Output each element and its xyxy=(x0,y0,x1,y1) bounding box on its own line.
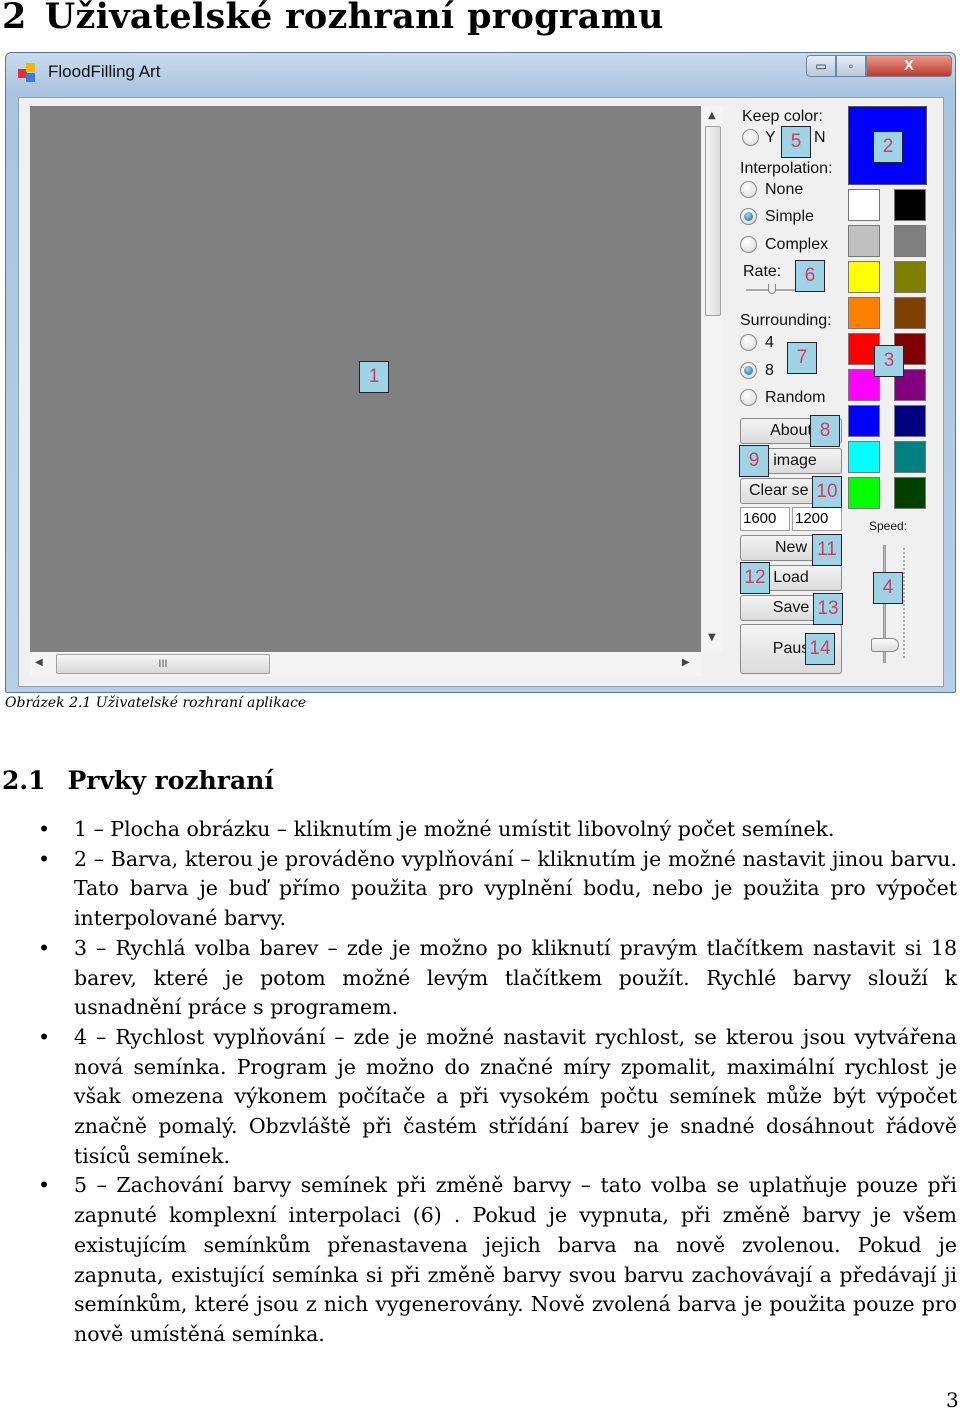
callout-5: 5 xyxy=(781,126,811,158)
scroll-up-icon[interactable]: ▲ xyxy=(708,110,716,121)
callout-9: 9 xyxy=(739,445,769,477)
vertical-scrollbar[interactable]: ▲ ▼ xyxy=(703,106,723,652)
color-swatch[interactable] xyxy=(894,189,926,221)
surround-random-radio[interactable] xyxy=(740,389,757,406)
page-number: 3 xyxy=(946,1388,959,1412)
color-swatch[interactable] xyxy=(848,441,880,473)
app-icon xyxy=(18,63,38,83)
list-item: 3 – Rychlá volba barev – zde je možno po… xyxy=(0,934,960,1023)
callout-12: 12 xyxy=(740,562,770,594)
color-swatch[interactable] xyxy=(894,225,926,257)
list-item: 2 – Barva, kterou je prováděno vyplňován… xyxy=(0,845,960,934)
color-swatch[interactable] xyxy=(894,441,926,473)
surround-8-label: 8 xyxy=(765,362,774,379)
color-swatch[interactable] xyxy=(848,225,880,257)
chapter-heading: 2 Uživatelské rozhraní programu xyxy=(2,0,664,37)
feature-list: 1 – Plocha obrázku – kliknutím je možné … xyxy=(0,815,960,1350)
callout-13: 13 xyxy=(813,593,843,625)
rate-slider-thumb[interactable] xyxy=(768,284,776,294)
callout-10: 10 xyxy=(812,476,842,508)
speed-slider-ticks xyxy=(903,548,905,658)
color-swatch[interactable] xyxy=(894,297,926,329)
interp-simple-label: Simple xyxy=(765,208,814,225)
maximize-button[interactable]: ▫ xyxy=(836,55,866,77)
color-swatch[interactable] xyxy=(894,261,926,293)
width-input[interactable]: 1600 xyxy=(740,507,790,531)
rate-label: Rate: xyxy=(743,263,782,280)
color-swatch[interactable] xyxy=(848,261,880,293)
callout-3: 3 xyxy=(874,345,904,377)
interp-simple-radio[interactable] xyxy=(740,208,757,225)
callout-1: 1 xyxy=(359,361,389,393)
callout-8: 8 xyxy=(810,415,840,447)
minimize-button[interactable]: ▭ xyxy=(806,55,836,77)
horizontal-scrollbar[interactable]: ◀ III ▶ xyxy=(30,652,701,676)
interp-none-radio[interactable] xyxy=(740,181,757,198)
interp-complex-radio[interactable] xyxy=(740,236,757,253)
close-button[interactable]: X xyxy=(866,55,952,77)
window-title: FloodFilling Art xyxy=(48,62,161,81)
callout-2: 2 xyxy=(873,131,903,163)
surround-4-label: 4 xyxy=(765,334,774,351)
color-swatch[interactable] xyxy=(848,477,880,509)
keep-color-label: Keep color: xyxy=(742,108,823,125)
list-item: 1 – Plocha obrázku – kliknutím je možné … xyxy=(0,815,960,845)
scroll-left-icon[interactable]: ◀ xyxy=(35,657,43,668)
color-swatch[interactable] xyxy=(894,477,926,509)
color-swatch[interactable] xyxy=(848,189,880,221)
color-swatch[interactable] xyxy=(848,405,880,437)
list-item: 4 – Rychlost vyplňování – zde je možné n… xyxy=(0,1023,960,1172)
surrounding-label: Surrounding: xyxy=(740,312,832,329)
speed-label: Speed: xyxy=(869,519,908,533)
callout-4: 4 xyxy=(873,572,903,604)
surround-random-label: Random xyxy=(765,389,826,406)
surround-4-radio[interactable] xyxy=(740,334,757,351)
horizontal-scroll-thumb[interactable]: III xyxy=(56,654,270,674)
keep-color-no-label[interactable]: N xyxy=(814,129,826,147)
height-input[interactable]: 1200 xyxy=(792,507,842,531)
surround-8-radio[interactable] xyxy=(740,362,757,379)
speed-slider-thumb[interactable] xyxy=(871,638,899,652)
scroll-down-icon[interactable]: ▼ xyxy=(708,632,716,643)
color-swatch[interactable] xyxy=(848,297,880,329)
list-item: 5 – Zachování barvy semínek při změně ba… xyxy=(0,1171,960,1349)
vertical-scroll-thumb[interactable] xyxy=(705,126,721,316)
callout-11: 11 xyxy=(812,534,842,566)
color-swatch[interactable] xyxy=(894,405,926,437)
keep-color-yes-radio[interactable] xyxy=(742,129,759,146)
figure-caption: Obrázek 2.1 Uživatelské rozhraní aplikac… xyxy=(5,695,307,711)
scroll-right-icon[interactable]: ▶ xyxy=(682,657,690,668)
keep-color-yes-label: Y xyxy=(765,129,776,146)
interp-none-label: None xyxy=(765,181,804,198)
callout-6: 6 xyxy=(795,260,825,292)
section-heading: 2.1 Prvky rozhraní xyxy=(2,766,274,795)
interpolation-label: Interpolation: xyxy=(740,160,833,177)
interp-complex-label: Complex xyxy=(765,236,829,253)
callout-14: 14 xyxy=(805,633,835,665)
callout-7: 7 xyxy=(787,342,817,374)
